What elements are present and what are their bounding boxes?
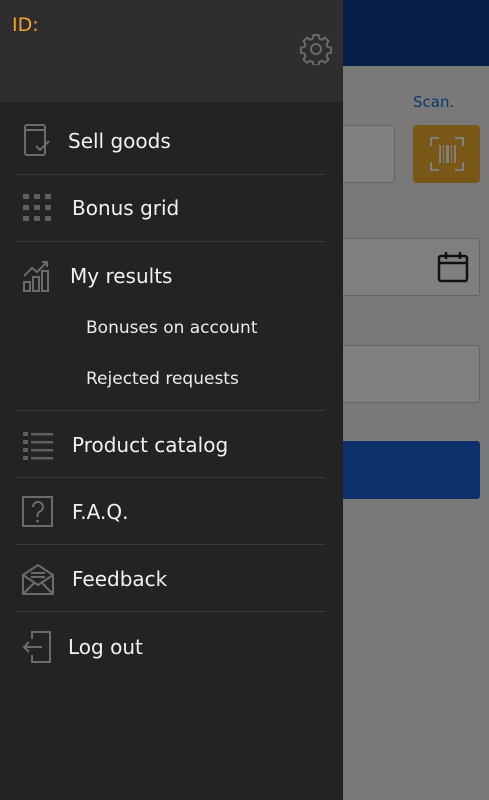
menu-item-sell-goods[interactable]: Sell goods xyxy=(0,108,343,174)
divider xyxy=(17,477,325,478)
divider xyxy=(17,544,325,545)
list-icon xyxy=(23,432,53,460)
user-id-label: ID: xyxy=(12,14,39,36)
menu-label-my-results: My results xyxy=(70,264,173,288)
divider xyxy=(17,410,325,411)
drawer-header: ID: xyxy=(0,0,343,102)
phone-check-icon xyxy=(24,124,50,156)
divider xyxy=(17,611,325,612)
menu-item-faq[interactable]: F.A.Q. xyxy=(0,479,343,545)
logout-icon xyxy=(22,631,51,663)
menu-label-feedback: Feedback xyxy=(72,567,168,591)
navigation-drawer: ID: Sell goods Bonus grid My results Bon… xyxy=(0,0,343,800)
menu-label-product-catalog: Product catalog xyxy=(72,433,229,457)
grid-icon xyxy=(23,194,51,221)
menu-item-log-out[interactable]: Log out xyxy=(0,614,343,680)
menu-label-faq: F.A.Q. xyxy=(72,500,129,524)
menu-item-feedback[interactable]: Feedback xyxy=(0,546,343,612)
menu-item-bonus-grid[interactable]: Bonus grid xyxy=(0,175,343,241)
menu-label-bonus-grid: Bonus grid xyxy=(72,196,180,220)
submenu-item-rejected-requests[interactable]: Rejected requests xyxy=(86,369,239,389)
envelope-icon xyxy=(22,563,54,595)
menu-label-sell-goods: Sell goods xyxy=(68,129,171,153)
bar-chart-trend-icon xyxy=(23,261,49,292)
gear-icon[interactable] xyxy=(300,33,332,65)
menu-label-log-out: Log out xyxy=(68,635,143,659)
question-box-icon xyxy=(22,496,53,527)
submenu-item-bonuses-on-account[interactable]: Bonuses on account xyxy=(86,318,258,338)
menu-item-my-results[interactable]: My results xyxy=(0,243,343,309)
divider xyxy=(17,241,325,242)
menu-item-product-catalog[interactable]: Product catalog xyxy=(0,412,343,478)
